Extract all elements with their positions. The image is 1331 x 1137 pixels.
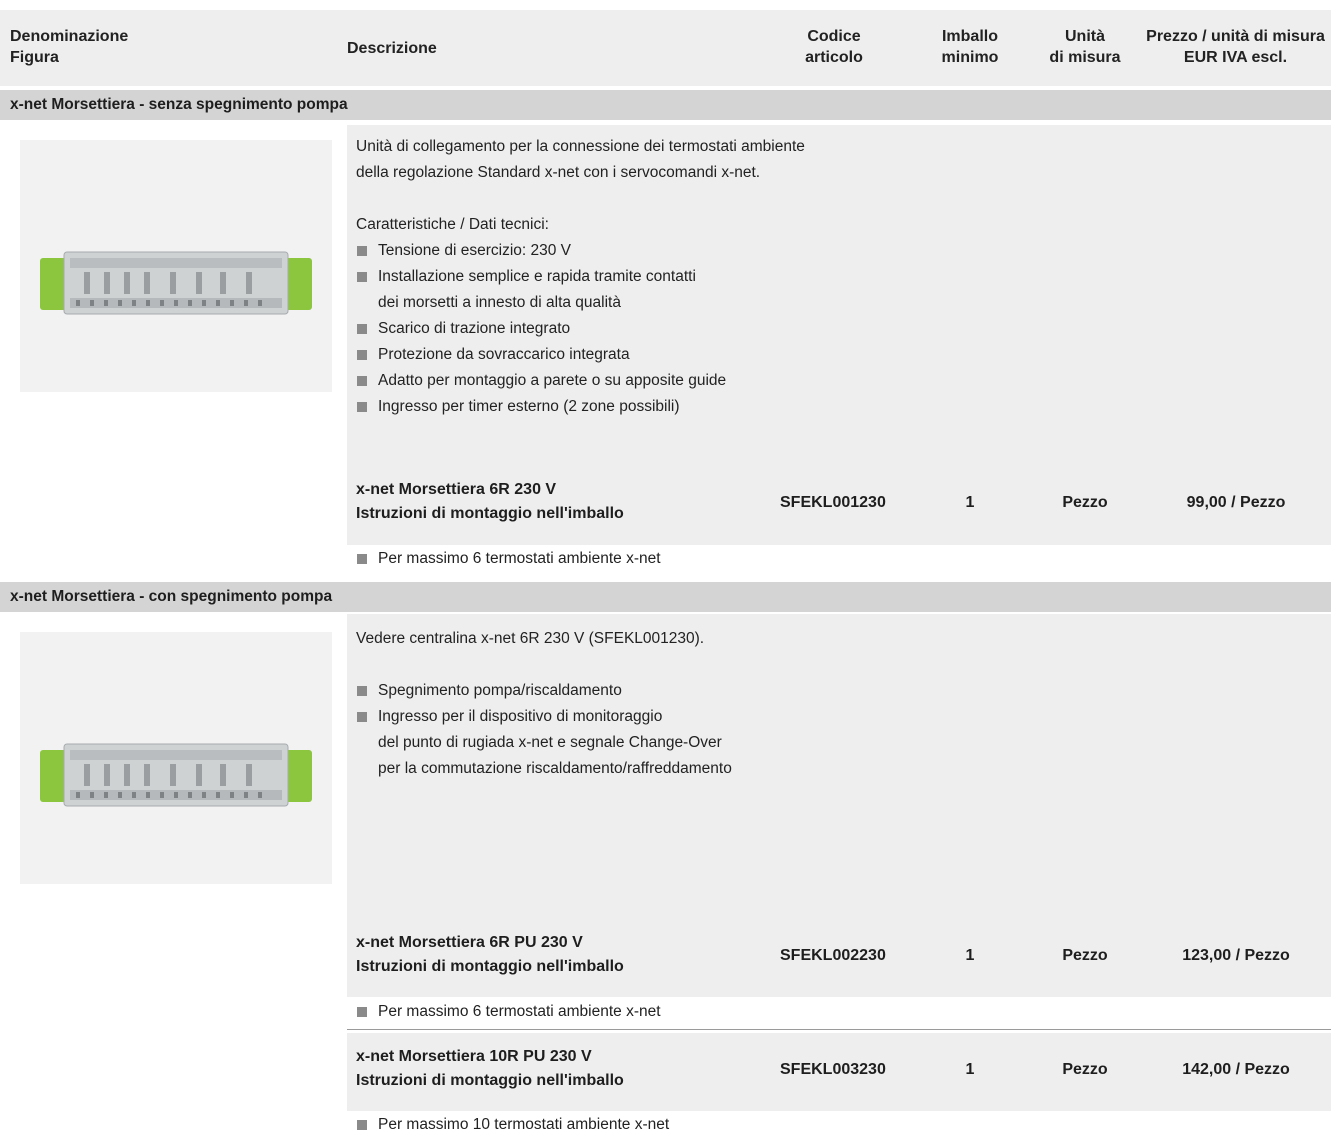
- product-price: 99,00 / Pezzo: [1186, 494, 1286, 511]
- features-title: Caratteristiche / Dati tecnici:: [356, 216, 549, 233]
- feature-item: Tensione di esercizio: 230 V: [356, 238, 916, 264]
- product-code: SFEKL003230: [780, 1061, 886, 1078]
- product-price: 142,00 / Pezzo: [1182, 1061, 1290, 1078]
- product-unit: Pezzo: [1062, 947, 1108, 964]
- header-unit: Unità di misura: [1049, 28, 1121, 66]
- product-name: x-net Morsettiera 10R PU 230 V Istruzion…: [356, 1048, 624, 1089]
- product-note: Per massimo 10 termostati ambiente x-net: [356, 1116, 669, 1134]
- description-text: Vedere centralina x-net 6R 230 V (SFEKL0…: [356, 626, 916, 782]
- product-note: Per massimo 6 termostati ambiente x-net: [356, 550, 661, 568]
- feature-item: Ingresso per il dispositivo di monitorag…: [356, 704, 916, 730]
- product-price: 123,00 / Pezzo: [1182, 947, 1290, 964]
- section-title: x-net Morsettiera - senza spegnimento po…: [10, 96, 348, 113]
- feature-item: Spegnimento pompa/riscaldamento: [356, 678, 916, 704]
- product-min-pack: 1: [965, 947, 975, 964]
- product-min-pack: 1: [965, 1061, 975, 1078]
- row-divider: [347, 1029, 1331, 1030]
- feature-item: Ingresso per timer esterno (2 zone possi…: [356, 394, 916, 420]
- product-note: Per massimo 6 termostati ambiente x-net: [356, 1003, 661, 1021]
- product-code: SFEKL002230: [780, 947, 886, 964]
- product-name: x-net Morsettiera 6R PU 230 V Istruzioni…: [356, 934, 624, 975]
- header-description: Descrizione: [347, 40, 437, 57]
- feature-item-cont: del punto di rugiada x-net e segnale Cha…: [378, 734, 722, 751]
- header-figure: Denominazione Figura: [10, 28, 129, 66]
- product-image: [20, 632, 332, 884]
- section-title-bar: x-net Morsettiera - senza spegnimento po…: [0, 90, 1331, 120]
- feature-item: Installazione semplice e rapida tramite …: [356, 264, 916, 290]
- feature-item-cont: dei morsetti a innesto di alta qualità: [378, 294, 621, 311]
- feature-item: Adatto per montaggio a parete o su appos…: [356, 368, 916, 394]
- product-unit: Pezzo: [1062, 494, 1108, 511]
- product-image: [20, 140, 332, 392]
- terminal-strip-image: [40, 743, 312, 807]
- section-title-bar: x-net Morsettiera - con spegnimento pomp…: [0, 582, 1331, 612]
- feature-item-cont: per la commutazione riscaldamento/raffre…: [378, 760, 732, 777]
- section-title: x-net Morsettiera - con spegnimento pomp…: [10, 588, 333, 605]
- table-header: Denominazione Figura Descrizione Codice …: [0, 10, 1331, 86]
- feature-item: Scarico di trazione integrato: [356, 316, 916, 342]
- feature-item: Protezione da sovraccarico integrata: [356, 342, 916, 368]
- terminal-strip-image: [40, 251, 312, 315]
- header-code: Codice articolo: [805, 28, 863, 66]
- header-packaging: Imballo minimo: [941, 28, 999, 66]
- product-unit: Pezzo: [1062, 1061, 1108, 1078]
- product-name: x-net Morsettiera 6R 230 V Istruzioni di…: [356, 481, 624, 522]
- product-min-pack: 1: [965, 494, 975, 511]
- product-code: SFEKL001230: [780, 494, 886, 511]
- description-text: Unità di collegamento per la connessione…: [356, 134, 916, 420]
- header-price: Prezzo / unità di misura EUR IVA escl.: [1146, 28, 1325, 66]
